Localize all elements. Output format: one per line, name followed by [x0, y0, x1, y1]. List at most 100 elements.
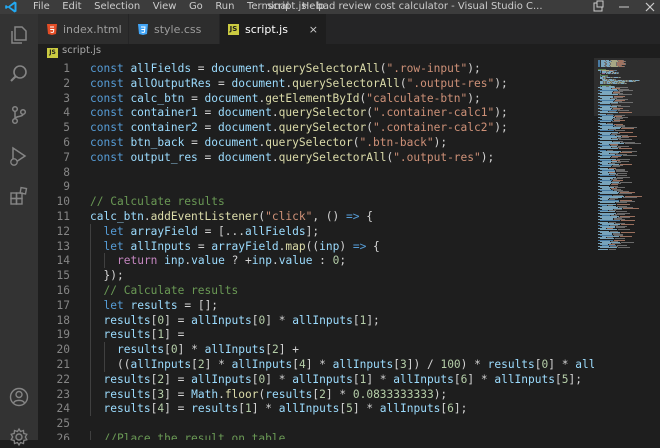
code-token: // Calculate results: [90, 195, 225, 209]
line-number: 10: [56, 195, 70, 209]
line-number: 22: [56, 372, 70, 386]
extensions-icon[interactable]: [8, 185, 30, 207]
settings-gear-icon[interactable]: [8, 426, 30, 448]
minimap-line: [600, 139, 619, 140]
code-line[interactable]: 19 results[1] =: [38, 327, 594, 343]
code-line[interactable]: 2 const allOutputRes = document.querySele…: [38, 76, 594, 91]
minimize-icon[interactable]: [618, 0, 630, 14]
code-line[interactable]: 15});: [38, 268, 594, 284]
code-token: =: [197, 121, 219, 135]
code-token: 2: [271, 343, 279, 357]
breadcrumb[interactable]: JS script.js: [38, 44, 598, 58]
minimap-line: [600, 220, 620, 221]
line-number: 7: [63, 150, 70, 164]
code-line[interactable]: 11 calc_btn.addEventListener("click", () …: [38, 209, 594, 224]
code-token: (: [366, 121, 373, 135]
code-token: .: [265, 62, 272, 75]
breadcrumb-file[interactable]: script.js: [62, 45, 101, 56]
layout-icon[interactable]: [592, 0, 604, 14]
code-token: allInputs: [292, 372, 353, 386]
code-token: [: [292, 358, 299, 371]
code-text: results[0] = allInputs[0] * allInputs[1]…: [104, 313, 380, 328]
minimap-line: [620, 220, 635, 221]
close-window-icon[interactable]: [644, 0, 656, 14]
code-line[interactable]: 21 ((allInputs[2] * allInputs[4] * allInp…: [38, 357, 594, 372]
code-token: allInputs: [191, 313, 252, 327]
code-line[interactable]: 9: [38, 179, 594, 194]
code-line[interactable]: 14 return inp.value ? +inp.value : 0;: [38, 253, 594, 269]
code-line[interactable]: 10 // Calculate results: [38, 194, 594, 209]
code-token: [: [534, 358, 542, 371]
code-token: allInputs: [379, 402, 441, 416]
code-token: allInputs: [231, 358, 293, 371]
code-line[interactable]: 23 results[3] = Math.floor(results[2] * 0…: [38, 386, 594, 402]
code-line[interactable]: 6 const btn_back = document.querySelector…: [38, 135, 594, 150]
line-number: 26: [56, 432, 70, 440]
minimap-line: [624, 61, 626, 62]
tab-style-css[interactable]: style.css: [129, 14, 220, 44]
code-token: .: [143, 210, 151, 223]
indent-guide: [90, 283, 91, 298]
code-text: let arrayField = [...allFields];: [104, 224, 320, 239]
run-debug-icon[interactable]: [8, 145, 30, 167]
code-line[interactable]: 7 const output_res = document.querySelect…: [38, 150, 594, 165]
code-line[interactable]: 1 const allFields = document.querySelecto…: [38, 61, 594, 76]
code-line[interactable]: 4 const container1 = document.querySelect…: [38, 105, 594, 120]
code-text: results[3] = Math.floor(results[2] * 0.0…: [104, 387, 448, 402]
code-token: ] *: [548, 358, 576, 371]
code-token: querySelectorAll: [292, 76, 400, 90]
code-editor[interactable]: 1 const allFields = document.querySelecto…: [38, 58, 594, 440]
source-control-icon[interactable]: [8, 104, 30, 126]
indent-guide: [90, 327, 91, 343]
tab-index-html[interactable]: index.html: [38, 14, 129, 44]
code-text: results[4] = results[1] * allInputs[5] *…: [104, 401, 468, 416]
minimap-line: [634, 81, 636, 82]
code-token: arrayField: [130, 224, 198, 238]
code-line[interactable]: 18 results[0] = allInputs[0] * allInputs[…: [38, 312, 594, 328]
close-tab-icon[interactable]: ×: [309, 23, 318, 36]
search-icon[interactable]: [8, 63, 30, 85]
minimap-line: [622, 155, 637, 156]
account-icon[interactable]: [8, 386, 30, 408]
code-line[interactable]: 20 results[0] * allInputs[2] +: [38, 342, 594, 358]
minimap-line: [600, 166, 612, 167]
line-number: 21: [56, 358, 70, 371]
minimap-line: [617, 245, 627, 246]
code-line[interactable]: 22 results[2] = allInputs[0] * allInputs[…: [38, 371, 594, 387]
code-token: floor: [224, 387, 259, 401]
minimap-line: [618, 132, 633, 133]
minimap-line: [600, 193, 619, 194]
code-token: Math: [191, 387, 219, 401]
code-token: document: [218, 106, 272, 120]
code-token: allInputs: [130, 358, 192, 371]
code-token: ];: [305, 224, 320, 238]
code-token: allInputs: [130, 239, 192, 253]
tab-script-js[interactable]: JS script.js ×: [220, 14, 327, 44]
code-text: return inp.value ? +inp.value : 0;: [117, 253, 346, 268]
code-line[interactable]: 5 const container2 = document.querySelect…: [38, 120, 594, 135]
code-token: ((: [117, 358, 131, 371]
code-line[interactable]: 8: [38, 165, 594, 180]
code-token: allInputs: [393, 372, 454, 386]
code-line[interactable]: 16 // Calculate results: [38, 283, 594, 298]
code-token: ".row-input": [386, 62, 468, 75]
code-line[interactable]: 3 const calc_btn = document.getElementByI…: [38, 91, 594, 106]
minimap-line: [600, 184, 610, 185]
code-token: [: [352, 372, 360, 386]
code-line[interactable]: 25: [38, 416, 594, 431]
code-line[interactable]: 24 results[4] = results[1] * allInputs[5]…: [38, 401, 594, 417]
code-token: ] *: [204, 358, 232, 371]
minimap-line: [600, 175, 616, 176]
code-line[interactable]: 13 let allInputs = arrayField.map((inp) =…: [38, 238, 594, 254]
minimap[interactable]: [594, 58, 660, 440]
minimap-line: [622, 197, 637, 198]
activity-bar: [0, 14, 38, 447]
code-token: btn_back: [130, 136, 185, 149]
code-token: 3: [400, 358, 407, 371]
explorer-icon[interactable]: [8, 24, 30, 46]
minimap-line: [616, 70, 618, 71]
code-line[interactable]: 12 let arrayField = [...allFields];: [38, 223, 594, 239]
code-line[interactable]: 17 let results = [];: [38, 297, 594, 313]
code-token: =: [197, 150, 219, 164]
code-line[interactable]: 26 //Place the result on table: [38, 431, 594, 440]
